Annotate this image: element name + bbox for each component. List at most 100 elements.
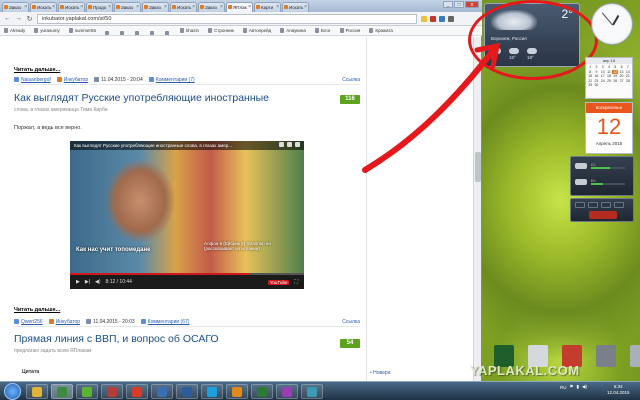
taskbar-button[interactable] [126, 384, 148, 399]
taskbar-button[interactable] [201, 384, 223, 399]
permalink[interactable]: Ссылка [342, 319, 360, 325]
next-icon[interactable]: ▶| [85, 279, 90, 285]
sidebar-new-link[interactable]: • Новера [370, 370, 390, 376]
bookmark-item[interactable]: Кражата [369, 28, 393, 33]
minimize-button[interactable]: _ [443, 1, 453, 8]
calendar-date[interactable]: 30 [593, 83, 599, 88]
section-link[interactable]: Инкубатор [56, 319, 80, 325]
tab-close-icon[interactable]: × [276, 3, 279, 12]
video-frame[interactable] [70, 141, 304, 275]
tab-close-icon[interactable]: × [248, 3, 251, 12]
bookmark-item[interactable]: Блог [314, 28, 331, 33]
volume-icon[interactable]: ◀) [582, 384, 587, 390]
share-icon[interactable] [287, 142, 292, 147]
recycle-bin-icon[interactable] [630, 345, 640, 367]
browser-tab[interactable]: Заказ × [198, 2, 225, 12]
close-button[interactable]: x [465, 1, 479, 8]
tab-close-icon[interactable]: × [304, 3, 307, 12]
taskbar-button[interactable] [176, 384, 198, 399]
video-player[interactable]: Как выглядят Русские употребляющие иност… [70, 141, 304, 289]
play-icon[interactable]: ▶ [76, 279, 80, 285]
calendar-date[interactable]: 28 [625, 79, 631, 84]
section-link[interactable]: Инкубатор [64, 77, 88, 83]
menu-icon[interactable] [448, 15, 454, 22]
video-annotation[interactable]: Алфон 6 (Ейбрик 6) Флаппер на (рассказыв… [204, 241, 284, 251]
taskbar-button[interactable] [151, 384, 173, 399]
read-more-link[interactable]: Читать дальше... [14, 307, 60, 313]
language-indicator[interactable]: RU [560, 385, 567, 390]
clock-minute-hand [601, 12, 613, 26]
reload-icon[interactable]: ↻ [26, 15, 33, 23]
flag-icon[interactable]: ⚑ [570, 384, 574, 390]
taskbar-button[interactable] [251, 384, 273, 399]
bookmark-item[interactable]: Апаукина [280, 28, 306, 33]
browser-tab[interactable]: Искать × [58, 2, 85, 12]
bookmark-item[interactable]: summer55 [68, 28, 96, 33]
taskbar-button[interactable] [226, 384, 248, 399]
browser-tab[interactable]: Искать × [282, 2, 309, 12]
fullscreen-icon[interactable]: ⛶ [294, 279, 298, 285]
taskbar-button[interactable] [76, 384, 98, 399]
taskbar-button[interactable] [26, 384, 48, 399]
taskbar-button[interactable] [51, 384, 73, 399]
restart-icon[interactable] [588, 202, 598, 208]
browser-tab[interactable]: Заказ × [114, 2, 141, 12]
shutdown-button[interactable] [589, 211, 617, 219]
browser-tab[interactable]: Заказ × [2, 2, 29, 12]
desktop-icon-app[interactable] [596, 345, 616, 367]
author-link[interactable]: Qwert256 [21, 319, 43, 325]
volume-icon[interactable]: ◀) [95, 279, 101, 285]
comments-link[interactable]: Комментарии (7) [156, 77, 195, 83]
extension-icon[interactable] [430, 15, 436, 22]
start-button[interactable] [4, 383, 21, 400]
clock-icon[interactable] [279, 142, 284, 147]
calendar-month-gadget[interactable]: апр 15 1 2 3 4 5 6 7 8 9 10 11 12 13 14 15 16 17 18 19 20 21… [585, 57, 633, 99]
bookmark-item[interactable]: Автопрейд [242, 28, 271, 33]
comments-link[interactable]: Комментарии (67) [148, 319, 190, 325]
tab-close-icon[interactable]: × [24, 3, 27, 12]
browser-tab[interactable]: ЯПлак × [226, 2, 253, 12]
lock-icon[interactable] [614, 202, 624, 208]
bookmark-item[interactable]: Россия [339, 28, 360, 33]
clock-gadget[interactable] [591, 3, 633, 45]
forward-icon[interactable]: → [15, 15, 22, 22]
star-icon[interactable] [421, 15, 427, 22]
bookmark-item[interactable]: Стронник [208, 28, 234, 33]
drive-row: D:\ [575, 179, 625, 185]
network-icon[interactable]: ▮ [577, 384, 579, 390]
taskbar-clock[interactable]: 6:34 12.04.2015 [607, 384, 630, 396]
bookmark-item[interactable]: yurasumy [34, 28, 60, 33]
sleep-icon[interactable] [601, 202, 611, 208]
tab-close-icon[interactable]: × [192, 3, 195, 12]
browser-tab[interactable]: Карти × [254, 2, 281, 12]
post-title[interactable]: Как выглядят Русские употребляющие иност… [14, 92, 269, 104]
browser-tab[interactable]: Искать × [170, 2, 197, 12]
tab-close-icon[interactable]: × [52, 3, 55, 12]
taskbar-button[interactable] [101, 384, 123, 399]
bookmark-item[interactable]: khazin [180, 28, 199, 33]
tab-close-icon[interactable]: × [136, 3, 139, 12]
logoff-icon[interactable] [575, 202, 585, 208]
url-input[interactable]: inkubator.yaplakal.com/st/50 [37, 13, 417, 24]
tab-close-icon[interactable]: × [80, 3, 83, 12]
tab-close-icon[interactable]: × [164, 3, 167, 12]
browser-tab[interactable]: Искать × [30, 2, 57, 12]
browser-tab[interactable]: Заказ × [142, 2, 169, 12]
tab-close-icon[interactable]: × [108, 3, 111, 12]
info-icon[interactable] [295, 142, 300, 147]
post-title[interactable]: Прямая линия с ВВП, и вопрос об ОСАГО [14, 333, 219, 345]
maximize-button[interactable]: □ [454, 1, 464, 8]
video-title[interactable]: Как выглядят Русские употребляющие иност… [70, 141, 304, 150]
browser-tab[interactable]: Продо × [86, 2, 113, 12]
author-link[interactable]: Naisanbergof [21, 77, 51, 83]
taskbar-button[interactable] [276, 384, 298, 399]
bookmark-item[interactable]: Already [4, 28, 25, 33]
youtube-logo[interactable]: YouTube [267, 279, 290, 285]
taskbar-button[interactable] [301, 384, 323, 399]
extension-icon[interactable] [439, 15, 445, 22]
calendar-day-gadget[interactable]: воскресенье 12 Апрель 2015 [585, 102, 633, 154]
tab-close-icon[interactable]: × [220, 3, 223, 12]
drive-meter-gadget[interactable]: C:\ D:\ [570, 156, 634, 196]
read-more-link[interactable]: Читать дальше... [14, 67, 60, 73]
back-icon[interactable]: ← [4, 15, 11, 22]
